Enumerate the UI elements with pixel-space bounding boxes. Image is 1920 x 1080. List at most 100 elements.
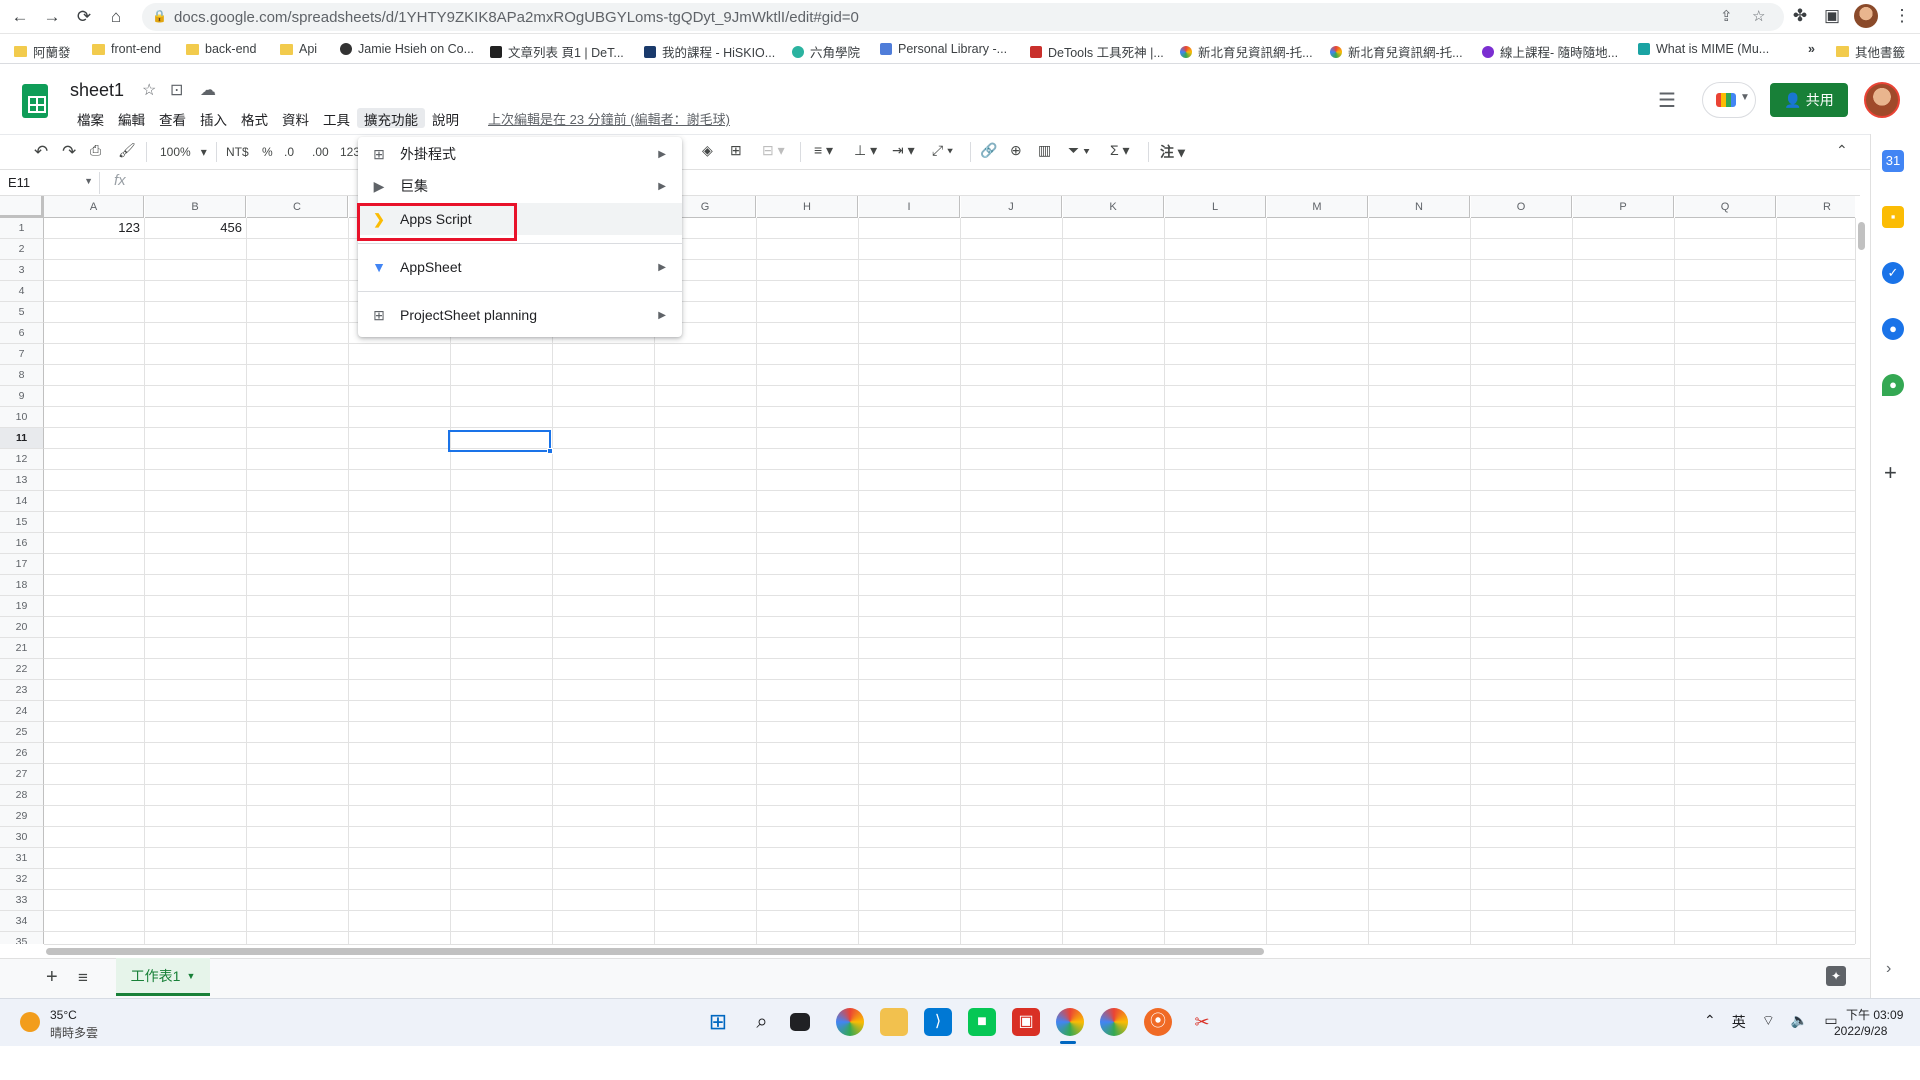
row-header[interactable]: 19 [0,596,44,617]
get-addons-icon[interactable]: + [1884,460,1897,486]
bookmark-link[interactable]: 文章列表 頁1 | DeT... [490,42,624,61]
row-header[interactable]: 5 [0,302,44,323]
bookmark-star-icon[interactable]: ☆ [1752,7,1765,25]
row-header[interactable]: 24 [0,701,44,722]
star-icon[interactable]: ☆ [142,80,156,100]
column-header[interactable]: B [145,196,246,218]
menu-edit[interactable]: 編輯 [111,108,152,128]
home-icon[interactable]: ⌂ [104,6,128,28]
contacts-icon[interactable]: ● [1882,318,1904,340]
row-header[interactable]: 23 [0,680,44,701]
last-edit-link[interactable]: 上次編輯是在 23 分鐘前 (編輯者：謝毛球) [488,109,730,128]
paint-format-icon[interactable]: 🖌 [118,142,136,159]
column-header[interactable]: H [757,196,858,218]
row-header[interactable]: 13 [0,470,44,491]
menu-help[interactable]: 說明 [425,108,466,128]
bookmark-link[interactable]: Jamie Hsieh on Co... [340,42,474,56]
column-header[interactable]: O [1471,196,1572,218]
more-menu-icon[interactable]: ⋮ [1890,6,1914,26]
column-header[interactable]: Q [1675,196,1776,218]
comments-icon[interactable]: ☰ [1658,88,1676,113]
row-header[interactable]: 30 [0,827,44,848]
column-header[interactable]: I [859,196,960,218]
move-folder-icon[interactable]: ⊡ [170,80,183,100]
row-header[interactable]: 10 [0,407,44,428]
column-header[interactable]: J [961,196,1062,218]
column-header[interactable]: M [1267,196,1368,218]
row-header[interactable]: 29 [0,806,44,827]
row-header[interactable]: 35 [0,932,44,944]
print-icon[interactable]: ⎙ [90,142,101,159]
clock-time[interactable]: 下午 03:09 [1846,1006,1903,1023]
column-header[interactable]: C [247,196,348,218]
align-horizontal-icon[interactable]: ≡ ▾ [814,142,833,159]
chrome-profile-icon[interactable] [1056,1008,1084,1036]
share-page-icon[interactable]: ⇪ [1720,7,1733,25]
insert-comment-icon[interactable]: ⊕ [1010,142,1022,159]
start-icon[interactable]: ⊞ [704,1008,732,1036]
fill-color-icon[interactable]: ◈ [702,142,713,159]
weather-temp[interactable]: 35°C [50,1008,77,1022]
menu-item-appsheet[interactable]: ▼ AppSheet ▶ [358,251,682,283]
row-header[interactable]: 28 [0,785,44,806]
menu-view[interactable]: 查看 [152,108,193,128]
row-header[interactable]: 6 [0,323,44,344]
menu-file[interactable]: 檔案 [70,108,111,128]
menu-item-addons[interactable]: ⊞ 外掛程式 ▶ [358,138,682,170]
filter-icon[interactable]: ⏷ ▾ [1068,142,1090,159]
row-header[interactable]: 16 [0,533,44,554]
clock-date[interactable]: 2022/9/28 [1834,1024,1887,1038]
bookmark-link[interactable]: 我的課程 - HiSKIO... [644,42,775,61]
row-header[interactable]: 20 [0,617,44,638]
collapse-toolbar-icon[interactable]: ⌃ [1836,142,1848,159]
row-header[interactable]: 3 [0,260,44,281]
row-header[interactable]: 34 [0,911,44,932]
bookmarks-overflow[interactable]: » [1808,42,1815,56]
postman-icon[interactable]: ⦿ [1144,1008,1172,1036]
row-header[interactable]: 9 [0,386,44,407]
name-box[interactable]: E11 ▼ [0,172,100,194]
column-header[interactable]: A [44,196,144,218]
cell-A1[interactable]: 123 [44,218,144,238]
text-rotate-icon[interactable]: ⤢ ▾ [932,142,953,159]
row-header[interactable]: 4 [0,281,44,302]
row-header[interactable]: 15 [0,512,44,533]
column-header[interactable]: R [1777,196,1855,218]
row-header[interactable]: 11 [0,428,44,449]
explore-icon[interactable]: ✦ [1826,966,1846,986]
bookmark-link[interactable]: 新北育兒資訊網-托... [1180,42,1313,61]
account-avatar[interactable] [1864,82,1900,118]
currency-button[interactable]: NT$ [226,145,249,159]
bookmark-link[interactable]: Personal Library -... [880,42,1007,56]
bookmark-link[interactable]: What is MIME (Mu... [1638,42,1769,56]
url-text[interactable]: docs.google.com/spreadsheets/d/1YHTY9ZKI… [174,9,859,26]
tasks-icon[interactable]: ✓ [1882,262,1904,284]
fill-handle[interactable] [547,448,553,454]
weather-sun-icon[interactable] [20,1012,40,1032]
row-header[interactable]: 21 [0,638,44,659]
bookmark-folder[interactable]: back-end [186,42,256,56]
expand-panel-icon[interactable]: › [1886,960,1891,978]
bookmark-folder[interactable]: 阿蘭發 [14,42,71,61]
wifi-icon[interactable]: ⌔ [1762,1012,1775,1032]
percent-button[interactable]: % [262,145,273,159]
cell-B1[interactable]: 456 [145,218,246,238]
insert-chart-icon[interactable]: ▥ [1038,142,1051,159]
column-header[interactable]: P [1573,196,1674,218]
redo-icon[interactable]: ↷ [62,142,76,162]
align-vertical-icon[interactable]: ⊥ ▾ [854,142,877,159]
extensions-puzzle-icon[interactable]: ✤ [1788,6,1812,26]
bookmark-link[interactable]: DeTools 工具死神 |... [1030,42,1164,61]
row-header[interactable]: 12 [0,449,44,470]
borders-icon[interactable]: ⊞ [730,142,742,159]
forward-icon[interactable]: → [40,6,64,28]
row-header[interactable]: 22 [0,659,44,680]
row-header[interactable]: 27 [0,764,44,785]
merge-cells-icon[interactable]: ⊟ ▾ [762,142,785,159]
add-sheet-icon[interactable]: + [46,966,58,989]
row-header[interactable]: 2 [0,239,44,260]
horizontal-scroll-thumb[interactable] [46,948,1264,955]
side-panel-icon[interactable]: ▣ [1820,6,1844,26]
chrome-icon[interactable] [836,1008,864,1036]
sheets-logo-icon[interactable] [22,84,48,118]
